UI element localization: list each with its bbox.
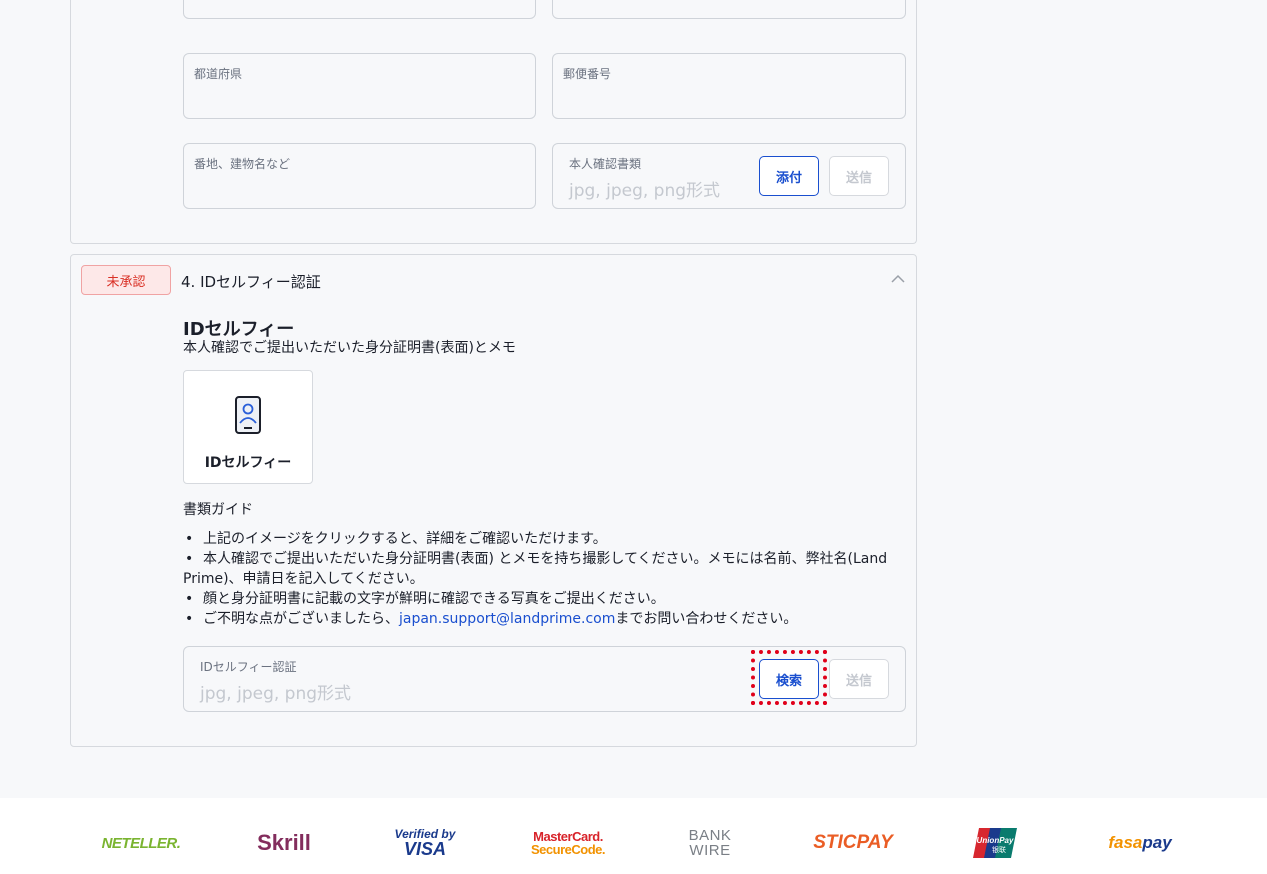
selfie-upload-placeholder: jpg, jpeg, png形式 [200, 684, 352, 704]
address-card: 都道府県 郵便番号 番地、建物名など 本人確認書類 jpg, jpeg, png… [70, 0, 917, 244]
street-label: 番地、建物名など [194, 157, 291, 171]
id-document-upload: 本人確認書類 jpg, jpeg, png形式 添付 送信 [552, 143, 906, 209]
id-card-icon [235, 396, 261, 434]
selfie-subheading: 本人確認でご提出いただいた身分証明書(表面)とメモ [183, 340, 516, 356]
fasapay-logo: fasa pay [1108, 833, 1172, 852]
chevron-down-icon [505, 0, 525, 3]
payment-logos-footer: NETELLER. Skrill Verified by VISA Master… [0, 798, 1267, 874]
id-document-label: 本人確認書類 [569, 157, 642, 171]
postal-code-field[interactable]: 郵便番号 [552, 53, 906, 119]
contact-suffix: までお問い合わせください。 [615, 611, 798, 627]
skrill-logo: Skrill [257, 830, 311, 855]
bank-wire-logo: BANK WIRE [688, 827, 732, 859]
send-button[interactable]: 送信 [829, 156, 889, 196]
guide-list: 上記のイメージをクリックすると、詳細をご確認いただけます。 本人確認でご提出いた… [183, 529, 898, 629]
selfie-upload-label: IDセルフィー認証 [200, 660, 297, 674]
neteller-logo: NETELLER. [101, 834, 181, 852]
select-field[interactable] [183, 0, 536, 19]
prefecture-label: 都道府県 [194, 67, 243, 81]
prefecture-field[interactable]: 都道府県 [183, 53, 536, 119]
status-badge: 未承認 [81, 265, 171, 295]
tile-label: IDセルフィー [204, 455, 292, 471]
guide-item: 顔と身分証明書に記載の文字が鮮明に確認できる写真をご提出ください。 [183, 589, 898, 609]
unionpay-logo: UnionPay 银联 [972, 826, 1018, 860]
guide-item: 上記のイメージをクリックすると、詳細をご確認いただけます。 [183, 529, 898, 549]
selfie-send-button[interactable]: 送信 [829, 659, 889, 699]
contact-prefix: ご不明な点がございましたら、 [203, 611, 399, 627]
highlight-box [751, 650, 827, 705]
postal-code-label: 郵便番号 [563, 67, 612, 81]
section-title: 4. IDセルフィー認証 [181, 273, 321, 291]
chevron-up-icon[interactable] [890, 271, 906, 287]
mastercard-securecode-logo: MasterCard. SecureCode. [531, 829, 605, 857]
street-field[interactable]: 番地、建物名など [183, 143, 536, 209]
id-document-placeholder: jpg, jpeg, png形式 [569, 181, 721, 201]
id-selfie-tile[interactable]: IDセルフィー [183, 370, 313, 484]
guide-title: 書類ガイド [183, 502, 253, 518]
sticpay-logo: STICPAY [813, 832, 893, 853]
support-email-link[interactable]: japan.support@landprime.com [399, 611, 615, 627]
guide-item: 本人確認でご提出いただいた身分証明書(表面) とメモを持ち撮影してください。メモ… [183, 549, 898, 589]
attach-button[interactable]: 添付 [759, 156, 819, 196]
verified-by-visa-logo: Verified by VISA [394, 827, 456, 859]
guide-item-contact: ご不明な点がございましたら、japan.support@landprime.co… [183, 609, 898, 629]
text-field[interactable] [552, 0, 906, 19]
